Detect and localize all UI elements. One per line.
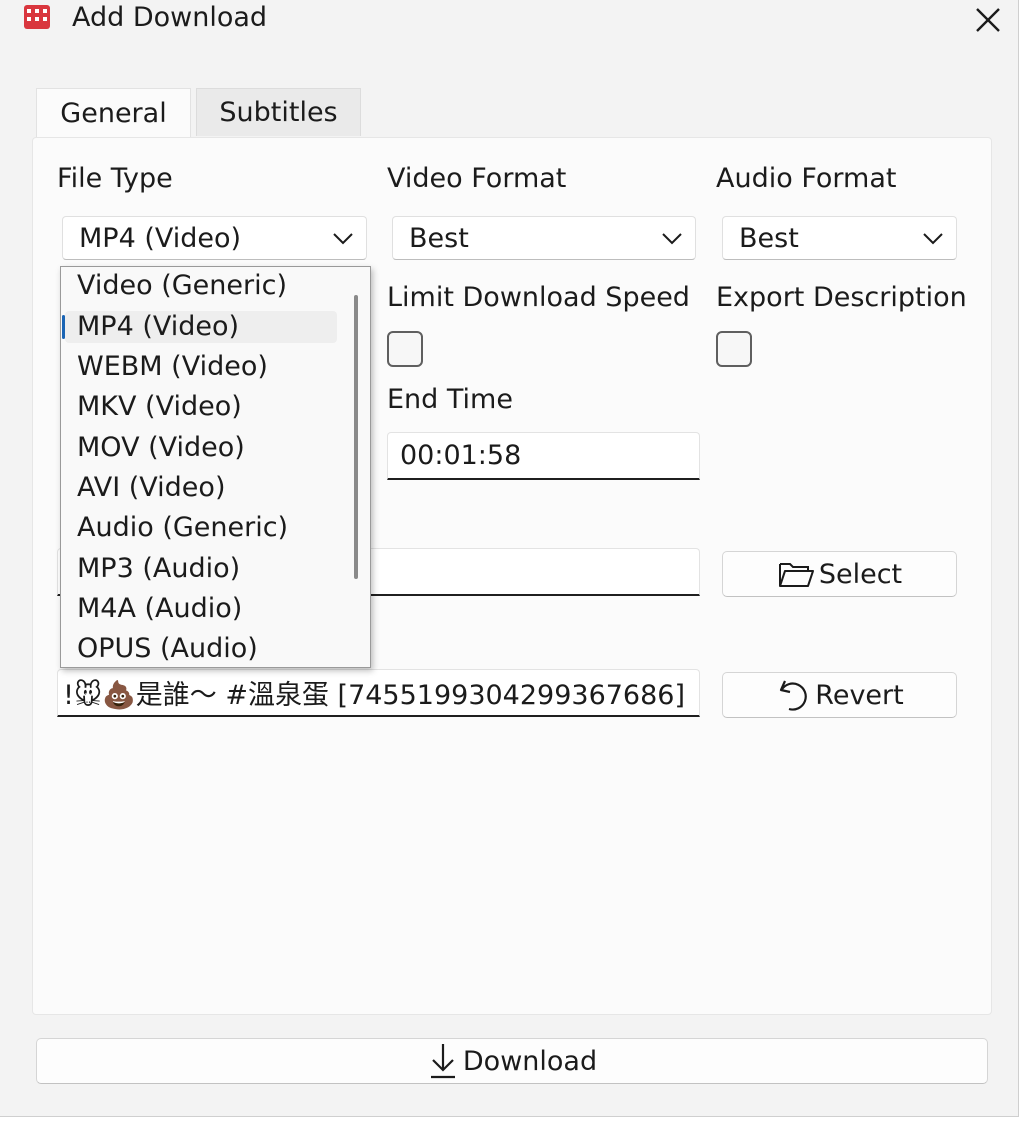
app-icon — [24, 5, 50, 29]
dropdown-option-webm[interactable]: WEBM (Video) — [77, 350, 268, 384]
select-folder-label: Select — [818, 558, 903, 590]
audio-format-select[interactable]: Best — [722, 216, 957, 260]
file-name-input[interactable]: !🐭💩是誰～ #溫泉蛋 [7455199304299367686] — [57, 669, 700, 717]
download-arrow-icon — [430, 1044, 455, 1079]
export-description-checkbox[interactable] — [716, 331, 752, 367]
video-format-value: Best — [409, 222, 469, 254]
file-type-select[interactable]: MP4 (Video) — [62, 216, 367, 260]
dropdown-scrollbar[interactable] — [354, 295, 358, 579]
undo-icon — [780, 680, 808, 711]
dropdown-option-mkv[interactable]: MKV (Video) — [77, 390, 242, 424]
dropdown-option-video-generic[interactable]: Video (Generic) — [77, 269, 287, 303]
file-type-dropdown-list: Video (Generic) MP4 (Video) WEBM (Video)… — [60, 266, 371, 668]
title-bar: Add Download — [0, 0, 1018, 40]
close-button[interactable] — [966, 0, 1010, 40]
tab-general[interactable]: General — [36, 88, 191, 138]
chevron-down-icon — [923, 233, 943, 245]
close-icon — [976, 8, 1000, 32]
video-format-label: Video Format — [387, 163, 567, 194]
file-type-label: File Type — [57, 163, 173, 194]
limit-speed-checkbox[interactable] — [387, 331, 423, 367]
chevron-down-icon — [662, 233, 682, 245]
revert-button[interactable]: Revert — [722, 672, 957, 718]
limit-speed-label: Limit Download Speed — [387, 282, 690, 313]
end-time-value: 00:01:58 — [400, 440, 522, 471]
dropdown-option-m4a[interactable]: M4A (Audio) — [77, 592, 242, 626]
file-name-value: !🐭💩是誰～ #溫泉蛋 [7455199304299367686] — [63, 680, 685, 711]
tab-label: Subtitles — [219, 97, 338, 128]
window-title: Add Download — [72, 2, 268, 33]
revert-label: Revert — [815, 679, 904, 711]
folder-icon — [778, 563, 814, 587]
audio-format-value: Best — [739, 222, 799, 254]
select-folder-button[interactable]: Select — [722, 551, 957, 597]
audio-format-label: Audio Format — [716, 163, 897, 194]
add-download-dialog: Add Download General Subtitles File Type… — [0, 0, 1019, 1117]
download-label: Download — [462, 1045, 598, 1077]
download-button[interactable]: Download — [36, 1038, 988, 1084]
file-type-value: MP4 (Video) — [79, 222, 242, 254]
chevron-down-icon — [333, 233, 353, 245]
dropdown-option-mov[interactable]: MOV (Video) — [77, 431, 245, 465]
dropdown-option-audio-generic[interactable]: Audio (Generic) — [77, 511, 288, 545]
tab-label: General — [60, 98, 167, 129]
end-time-label: End Time — [387, 384, 513, 415]
dropdown-option-opus[interactable]: OPUS (Audio) — [77, 632, 258, 666]
video-format-select[interactable]: Best — [392, 216, 696, 260]
dropdown-option-mp3[interactable]: MP3 (Audio) — [77, 552, 240, 586]
dropdown-option-avi[interactable]: AVI (Video) — [77, 471, 225, 505]
export-description-label: Export Description — [716, 282, 967, 313]
end-time-input[interactable]: 00:01:58 — [387, 432, 700, 480]
dropdown-option-mp4[interactable]: MP4 (Video) — [77, 310, 239, 344]
selected-option-indicator — [62, 315, 65, 339]
tab-subtitles[interactable]: Subtitles — [196, 88, 361, 136]
